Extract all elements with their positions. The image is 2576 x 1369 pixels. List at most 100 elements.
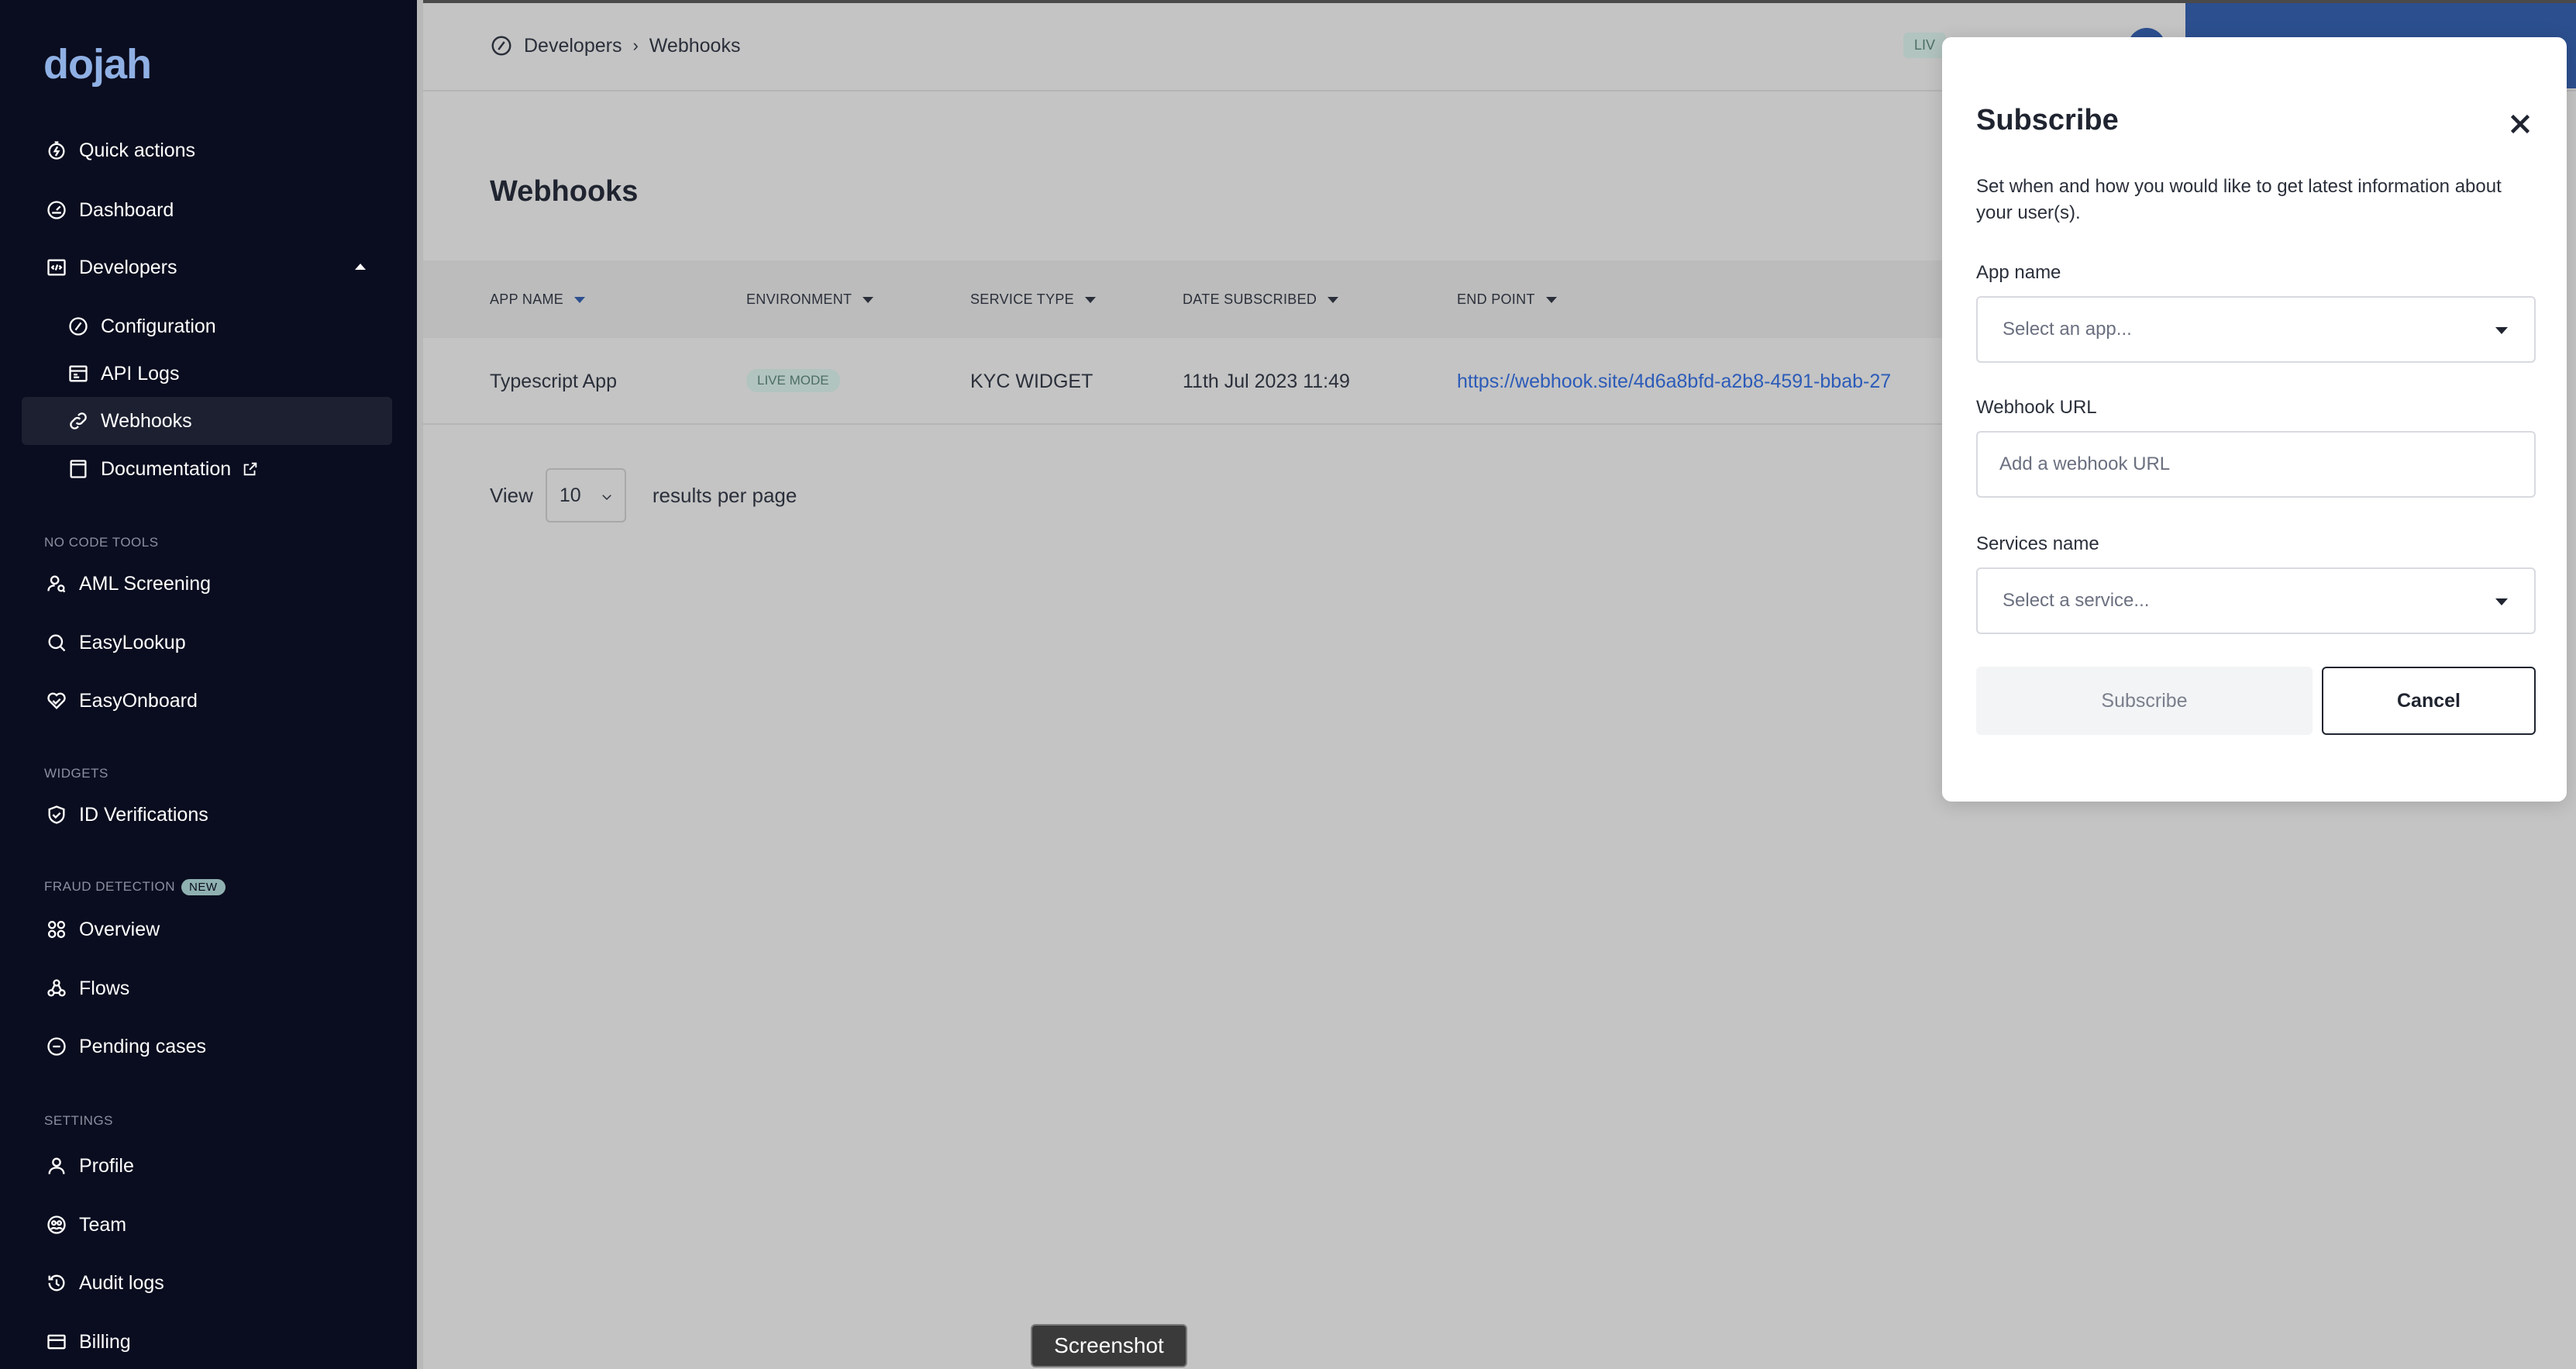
- sidebar-item-dashboard[interactable]: Dashboard: [22, 186, 392, 234]
- sidebar-item-label: Overview: [79, 918, 160, 940]
- modal-title: Subscribe: [1976, 104, 2119, 136]
- per-page-select[interactable]: 10: [545, 468, 626, 522]
- cell-service-type: KYC WIDGET: [970, 371, 1093, 392]
- column-header-service-type[interactable]: SERVICE TYPE: [970, 291, 1096, 308]
- caret-down-icon: [2495, 327, 2508, 334]
- subscribe-modal: Subscribe Set when and how you would lik…: [1942, 37, 2567, 802]
- environment-badge: LIVE MODE: [746, 369, 840, 392]
- sidebar-item-label: Audit logs: [79, 1271, 164, 1294]
- card-icon: [43, 1329, 70, 1355]
- column-label: ENVIRONMENT: [746, 291, 852, 307]
- section-label-no-code: NO CODE TOOLS: [44, 535, 159, 550]
- user-icon: [43, 1153, 70, 1179]
- services-name-placeholder: Select a service...: [2003, 590, 2150, 611]
- column-header-end-point[interactable]: END POINT: [1457, 291, 1557, 308]
- breadcrumb-separator: ›: [632, 36, 639, 55]
- sidebar-item-label: Pending cases: [79, 1035, 207, 1057]
- caret-down-icon: [2495, 598, 2508, 605]
- sidebar-item-label: Profile: [79, 1154, 134, 1177]
- sidebar-item-flows[interactable]: Flows: [22, 964, 392, 1012]
- sidebar-item-label: Quick actions: [79, 139, 196, 161]
- sidebar-item-developers[interactable]: Developers: [22, 243, 392, 291]
- page-title: Webhooks: [490, 175, 639, 208]
- new-badge: NEW: [181, 879, 226, 895]
- column-header-date-subscribed[interactable]: DATE SUBSCRIBED: [1183, 291, 1339, 308]
- breadcrumb: Developers › Webhooks: [490, 34, 740, 57]
- sidebar-item-label: Dashboard: [79, 198, 174, 221]
- sidebar-item-easyonboard[interactable]: EasyOnboard: [22, 677, 392, 725]
- team-icon: [43, 1212, 70, 1238]
- breadcrumb-current: Webhooks: [649, 34, 741, 57]
- sidebar-item-label: EasyLookup: [79, 631, 186, 653]
- link-icon: [65, 408, 91, 434]
- sort-caret-icon: [1328, 296, 1339, 303]
- sidebar-item-audit-logs[interactable]: Audit logs: [22, 1259, 392, 1307]
- live-mode-toggle[interactable]: LIV: [1903, 33, 1947, 58]
- column-label: SERVICE TYPE: [970, 291, 1074, 307]
- sort-caret-icon: [863, 296, 874, 303]
- table-row[interactable]: Typescript App LIVE MODE KYC WIDGET 11th…: [423, 338, 1942, 425]
- app-name-label: App name: [1976, 262, 2061, 283]
- sidebar-item-label: EasyOnboard: [79, 689, 198, 712]
- user-search-icon: [43, 571, 70, 597]
- screenshot-tooltip: Screenshot: [1031, 1324, 1187, 1367]
- diamond-icon: [491, 36, 511, 56]
- column-label: DATE SUBSCRIBED: [1183, 291, 1317, 307]
- minus-circle-icon: [43, 1033, 70, 1060]
- sidebar-item-quick-actions[interactable]: Quick actions: [22, 126, 392, 174]
- sidebar-item-pending-cases[interactable]: Pending cases: [22, 1022, 392, 1071]
- cancel-button[interactable]: Cancel: [2322, 667, 2536, 735]
- history-icon: [43, 1270, 70, 1296]
- sidebar-item-label: ID Verifications: [79, 803, 208, 826]
- sidebar-item-profile[interactable]: Profile: [22, 1142, 392, 1190]
- pager-view-label: View: [490, 483, 533, 507]
- section-label-fraud: FRAUD DETECTION NEW: [44, 879, 226, 895]
- sidebar-item-documentation[interactable]: Documentation: [22, 445, 392, 493]
- column-label: APP NAME: [490, 291, 564, 307]
- sidebar-item-aml-screening[interactable]: AML Screening: [22, 560, 392, 608]
- cell-end-point-link[interactable]: https://webhook.site/4d6a8bfd-a2b8-4591-…: [1457, 371, 1891, 393]
- sidebar-item-label: Billing: [79, 1330, 131, 1353]
- column-header-app-name[interactable]: APP NAME: [490, 291, 586, 308]
- sidebar-item-label: Documentation: [101, 457, 232, 480]
- chevron-down-icon: [602, 495, 611, 501]
- lightning-circle-icon: [43, 137, 70, 164]
- column-header-environment[interactable]: ENVIRONMENT: [746, 291, 874, 308]
- sort-caret-icon: [1545, 296, 1557, 303]
- cell-app-name: Typescript App: [490, 371, 617, 392]
- sidebar-item-billing[interactable]: Billing: [22, 1318, 392, 1366]
- sidebar-item-api-logs[interactable]: API Logs: [22, 350, 392, 398]
- sidebar-item-webhooks[interactable]: Webhooks: [22, 397, 392, 445]
- webhook-url-input[interactable]: Add a webhook URL: [1976, 431, 2536, 498]
- per-page-value: 10: [559, 484, 581, 506]
- sidebar-item-label: AML Screening: [79, 572, 211, 595]
- sidebar-item-team[interactable]: Team: [22, 1201, 392, 1249]
- shield-check-icon: [43, 802, 70, 828]
- services-name-select[interactable]: Select a service...: [1976, 567, 2536, 634]
- sidebar-item-overview[interactable]: Overview: [22, 905, 392, 953]
- sort-caret-icon: [1085, 296, 1096, 303]
- handshake-icon: [43, 688, 70, 714]
- subscribe-button[interactable]: Subscribe: [1976, 667, 2313, 735]
- flows-icon: [43, 975, 70, 1002]
- sidebar-item-label: Developers: [79, 256, 177, 278]
- chevron-up-icon[interactable]: [355, 264, 366, 270]
- pager-suffix: results per page: [652, 483, 797, 507]
- app-name-select[interactable]: Select an app...: [1976, 296, 2536, 363]
- diamond-icon: [65, 313, 91, 340]
- close-icon[interactable]: [2506, 110, 2534, 138]
- sidebar-item-configuration[interactable]: Configuration: [22, 302, 392, 350]
- code-window-icon: [43, 254, 70, 281]
- section-label-widgets: WIDGETS: [44, 766, 108, 781]
- sidebar-item-label: API Logs: [101, 362, 180, 384]
- browser-icon: [65, 360, 91, 387]
- dojah-logo[interactable]: dojah: [43, 40, 152, 88]
- sort-caret-icon: [574, 296, 586, 303]
- breadcrumb-parent[interactable]: Developers: [524, 35, 622, 57]
- column-label: END POINT: [1457, 291, 1535, 307]
- sidebar-item-easylookup[interactable]: EasyLookup: [22, 619, 392, 667]
- gauge-icon: [43, 197, 70, 223]
- sidebar-item-label: Team: [79, 1213, 127, 1236]
- sidebar-item-id-verifications[interactable]: ID Verifications: [22, 791, 392, 839]
- grid-icon: [43, 916, 70, 943]
